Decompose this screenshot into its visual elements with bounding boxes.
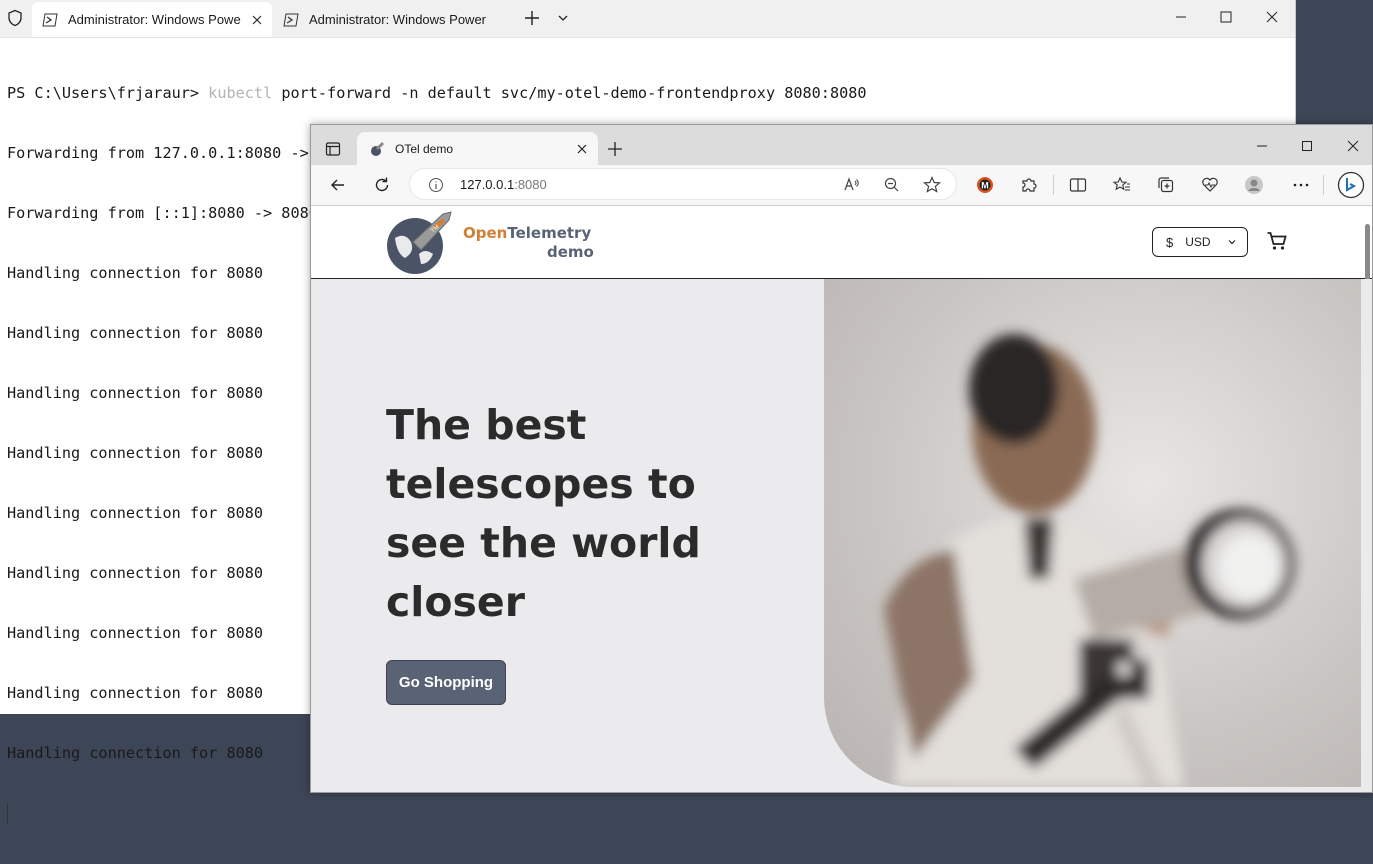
minimize-icon[interactable] <box>1170 6 1192 28</box>
extension-icon[interactable]: M <box>975 175 995 195</box>
close-icon[interactable] <box>250 13 264 27</box>
site-header: TM OpenTelemetry demo $ USD <box>311 206 1372 384</box>
command-args: port-forward -n default svc/my-otel-demo… <box>272 84 867 102</box>
refresh-icon[interactable] <box>372 175 392 195</box>
address-bar[interactable]: 127.0.0.1:8080 <box>409 168 957 200</box>
browser-tab-title: OTel demo <box>395 141 454 156</box>
favicon-icon <box>371 141 385 156</box>
profile-icon[interactable] <box>1244 175 1264 195</box>
bing-icon[interactable] <box>1337 171 1365 199</box>
browser-tab[interactable]: OTel demo <box>357 132 598 165</box>
collections-icon[interactable] <box>1156 175 1176 195</box>
maximize-icon[interactable] <box>1215 6 1237 28</box>
command-line: PS C:\Users\frjaraur> kubectl port-forwa… <box>7 83 1295 103</box>
plus-icon[interactable] <box>607 141 623 157</box>
hero-image <box>824 279 1361 787</box>
favorites-icon[interactable] <box>1112 175 1132 195</box>
info-icon[interactable] <box>428 177 444 193</box>
logo-text-telemetry: Telemetry <box>507 224 592 242</box>
logo-text-open: Open <box>463 224 508 242</box>
logo-text-demo: demo <box>547 243 594 261</box>
currency-code: USD <box>1185 235 1211 249</box>
text-cursor <box>7 804 8 824</box>
hero-title: The best telescopes to see the world clo… <box>386 401 701 626</box>
svg-text:M: M <box>981 181 989 191</box>
toolbar-separator <box>1053 175 1054 195</box>
url-text: 127.0.0.1:8080 <box>460 177 547 192</box>
chevron-down-icon[interactable] <box>556 12 570 24</box>
terminal-tab-label: Administrator: Windows Powe <box>68 12 241 27</box>
browser-tab-bar: OTel demo <box>311 125 1372 165</box>
close-icon[interactable] <box>576 143 588 155</box>
web-page: TM OpenTelemetry demo $ USD The best tel… <box>311 206 1372 792</box>
go-shopping-button[interactable]: Go Shopping <box>386 660 506 705</box>
terminal-tab-1[interactable]: Administrator: Windows Powe <box>32 2 272 37</box>
browser-window: OTel demo 127.0.0.1:8080 M TM OpenTeleme… <box>310 124 1373 793</box>
back-icon[interactable] <box>328 175 348 195</box>
powershell-icon <box>283 13 299 26</box>
currency-select[interactable]: $ USD <box>1152 227 1248 257</box>
split-screen-icon[interactable] <box>1068 175 1088 195</box>
terminal-tab-bar: Administrator: Windows Powe Administrato… <box>0 0 1295 38</box>
sidebar-icon[interactable] <box>325 141 341 157</box>
url-port: :8080 <box>514 177 547 192</box>
browser-toolbar: 127.0.0.1:8080 M <box>311 165 1372 206</box>
favorite-icon[interactable] <box>922 175 942 195</box>
hero-banner: The best telescopes to see the world clo… <box>311 279 1372 792</box>
close-window-icon[interactable] <box>1344 137 1362 155</box>
health-icon[interactable] <box>1200 175 1220 195</box>
maximize-icon[interactable] <box>1298 137 1316 155</box>
powershell-icon <box>42 13 58 26</box>
chevron-down-icon <box>1228 240 1236 245</box>
close-window-icon[interactable] <box>1261 6 1283 28</box>
more-icon[interactable] <box>1291 175 1311 195</box>
plus-icon[interactable] <box>522 8 542 28</box>
toolbar-separator <box>1323 175 1324 195</box>
cart-icon[interactable] <box>1266 230 1288 252</box>
logo-icon[interactable]: TM <box>385 208 455 276</box>
terminal-tab-label: Administrator: Windows Power <box>309 12 486 27</box>
zoom-out-icon[interactable] <box>882 175 902 195</box>
terminal-tab-2[interactable]: Administrator: Windows Power <box>275 2 505 37</box>
currency-symbol: $ <box>1166 234 1174 250</box>
logo-text[interactable]: OpenTelemetry demo <box>463 224 594 262</box>
url-host: 127.0.0.1 <box>460 177 515 192</box>
shield-icon <box>8 9 22 27</box>
puzzle-icon[interactable] <box>1019 175 1039 195</box>
minimize-icon[interactable] <box>1253 137 1271 155</box>
telescope-photo <box>884 334 1294 787</box>
prompt: PS C:\Users\frjaraur> <box>7 84 209 102</box>
read-aloud-icon[interactable] <box>842 175 862 195</box>
command-keyword: kubectl <box>208 84 273 102</box>
